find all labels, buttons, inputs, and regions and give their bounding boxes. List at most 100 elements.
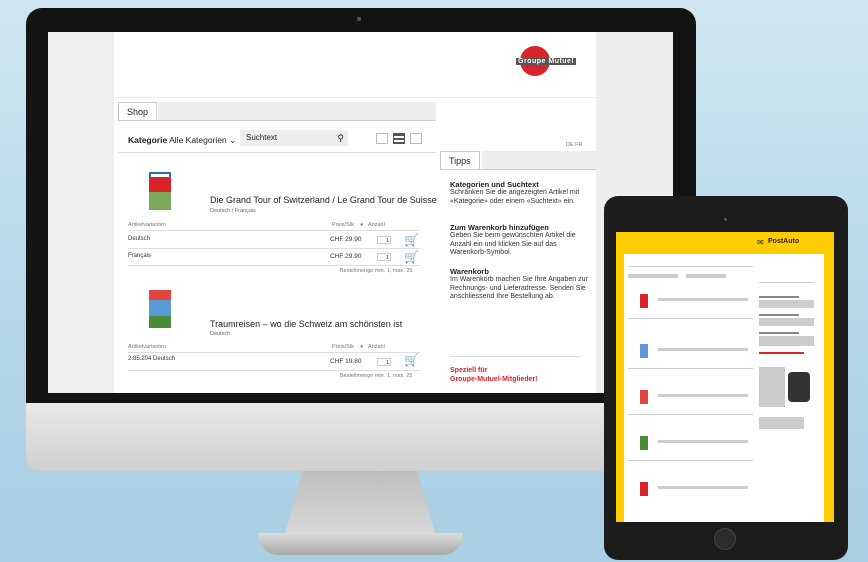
ipad-side-left — [616, 232, 624, 522]
tip-text: Im Warenkorb machen Sie Ihre Angaben zur… — [450, 276, 588, 300]
promo-line-1[interactable]: Speziell für — [450, 366, 487, 375]
mini-promo-text — [759, 367, 785, 407]
product-subtitle: Deutsch — [210, 331, 231, 337]
divider — [128, 248, 420, 249]
mini-tip-title — [759, 314, 799, 316]
mini-divider — [628, 318, 753, 319]
mini-backpack-image — [788, 372, 810, 402]
site-header: Groupe Mutuel — [114, 32, 596, 98]
order-note: Bestellmenge min. 1, max. 25 — [340, 373, 413, 379]
quantity-input[interactable]: 1 — [377, 253, 391, 261]
mini-title — [658, 348, 748, 351]
chevron-down-icon: ⌄ — [229, 135, 237, 145]
divider — [128, 230, 420, 231]
tab-underline — [118, 120, 436, 121]
imac-chin — [26, 403, 696, 471]
tip-title: Warenkorb — [450, 267, 489, 276]
cart-icon[interactable]: 🛒 — [404, 251, 419, 263]
tip-title: Zum Warenkorb hinzufügen — [450, 223, 549, 232]
mini-thumbnail — [640, 390, 648, 404]
list-view-icon[interactable] — [393, 133, 405, 144]
divider — [128, 265, 420, 266]
ipad-header — [616, 232, 834, 254]
promo-line-2[interactable]: Groupe-Mutuel-Mitglieder! — [450, 375, 538, 384]
info-icon[interactable]: ● — [360, 222, 363, 228]
mini-divider — [628, 414, 753, 415]
ipad-screen: PostAuto ✉ — [616, 232, 834, 522]
mini-divider — [628, 460, 753, 461]
compact-view-icon[interactable] — [410, 133, 422, 144]
shop-page: Groupe Mutuel Shop Kategorie Alle Katego… — [114, 32, 596, 393]
col-article: Artikelvarianten — [128, 344, 166, 350]
quantity-input[interactable]: 1 — [377, 358, 391, 366]
mini-tip-title — [759, 332, 799, 334]
variant-label: 2.85.204 Deutsch — [128, 356, 176, 362]
variant-label: Français — [128, 253, 152, 259]
mini-title — [658, 394, 748, 397]
quantity-input[interactable]: 1 — [377, 236, 391, 244]
mini-divider — [628, 368, 753, 369]
mini-thumbnail — [640, 344, 648, 358]
divider — [450, 356, 580, 357]
imac-foot — [258, 533, 463, 555]
tab-tipps[interactable]: Tipps — [440, 151, 480, 170]
info-icon[interactable]: ● — [360, 344, 363, 350]
camera-icon — [724, 218, 727, 221]
language-switch[interactable]: DE FR — [566, 142, 583, 148]
product-thumbnail[interactable] — [149, 290, 171, 328]
home-button[interactable] — [714, 528, 736, 550]
tip-text: Schränken Sie die angezeigten Artikel mi… — [450, 189, 580, 205]
mini-divider — [628, 266, 753, 267]
variant-label: Deutsch — [128, 236, 151, 242]
mini-category — [628, 274, 678, 278]
variant-price: CHF 29.90 — [330, 253, 362, 260]
category-value: Alle Kategorien — [169, 135, 227, 145]
mini-tip-text — [759, 318, 814, 326]
tip-text: Geben Sie beim gewünschten Artikel die A… — [450, 232, 576, 256]
post-horn-icon: ✉ — [757, 238, 764, 247]
mini-title — [658, 440, 748, 443]
col-article: Artikelvarianten — [128, 222, 166, 228]
postauto-logo[interactable]: PostAuto — [768, 238, 799, 245]
mini-tip-text — [759, 336, 814, 346]
col-qty: Anzahl — [368, 222, 385, 228]
imac-screen: Groupe Mutuel Shop Kategorie Alle Katego… — [48, 32, 673, 393]
camera-icon — [357, 17, 361, 21]
search-input[interactable]: Suchtext ⚲ — [240, 130, 348, 146]
search-placeholder: Suchtext — [246, 133, 278, 142]
mini-thumbnail — [640, 436, 648, 450]
divider — [118, 152, 436, 153]
mini-tip-text — [759, 300, 814, 308]
tab-strip — [158, 102, 436, 120]
groupe-mutuel-logo[interactable]: Groupe Mutuel — [510, 46, 590, 86]
product-title[interactable]: Traumreisen – wo die Schweiz am schönste… — [210, 319, 402, 329]
mini-promo — [759, 352, 804, 354]
ipad-side-right — [824, 232, 834, 522]
product-title[interactable]: Die Grand Tour of Switzerland / Le Grand… — [210, 195, 437, 205]
grid-view-icon[interactable] — [376, 133, 388, 144]
mini-title — [658, 486, 748, 489]
divider — [128, 352, 420, 353]
product-subtitle: Deutsch / Français — [210, 208, 256, 214]
mini-divider — [759, 282, 814, 283]
product-thumbnail[interactable] — [149, 172, 171, 210]
cart-icon[interactable]: 🛒 — [404, 234, 419, 246]
tab-underline — [440, 169, 596, 170]
cart-icon[interactable]: 🛒 — [404, 354, 419, 366]
col-price: Preis/Stk — [332, 344, 355, 350]
search-icon[interactable]: ⚲ — [337, 130, 344, 146]
mini-thumbnail — [640, 482, 648, 496]
tip-title: Kategorien und Suchtext — [450, 180, 539, 189]
mini-thumbnail — [640, 294, 648, 308]
col-price: Preis/Stk — [332, 222, 355, 228]
logo-text: Groupe Mutuel — [516, 58, 576, 65]
order-note: Bestellmenge min. 1, max. 25 — [340, 268, 413, 274]
category-dropdown[interactable]: Kategorie Alle Kategorien ⌄ — [128, 135, 236, 146]
tab-shop[interactable]: Shop — [118, 102, 158, 121]
mini-promo-text — [759, 417, 804, 429]
mini-tip-title — [759, 296, 799, 298]
mini-search — [686, 274, 726, 278]
col-qty: Anzahl — [368, 344, 385, 350]
divider — [128, 370, 420, 371]
category-label: Kategorie — [128, 135, 168, 145]
